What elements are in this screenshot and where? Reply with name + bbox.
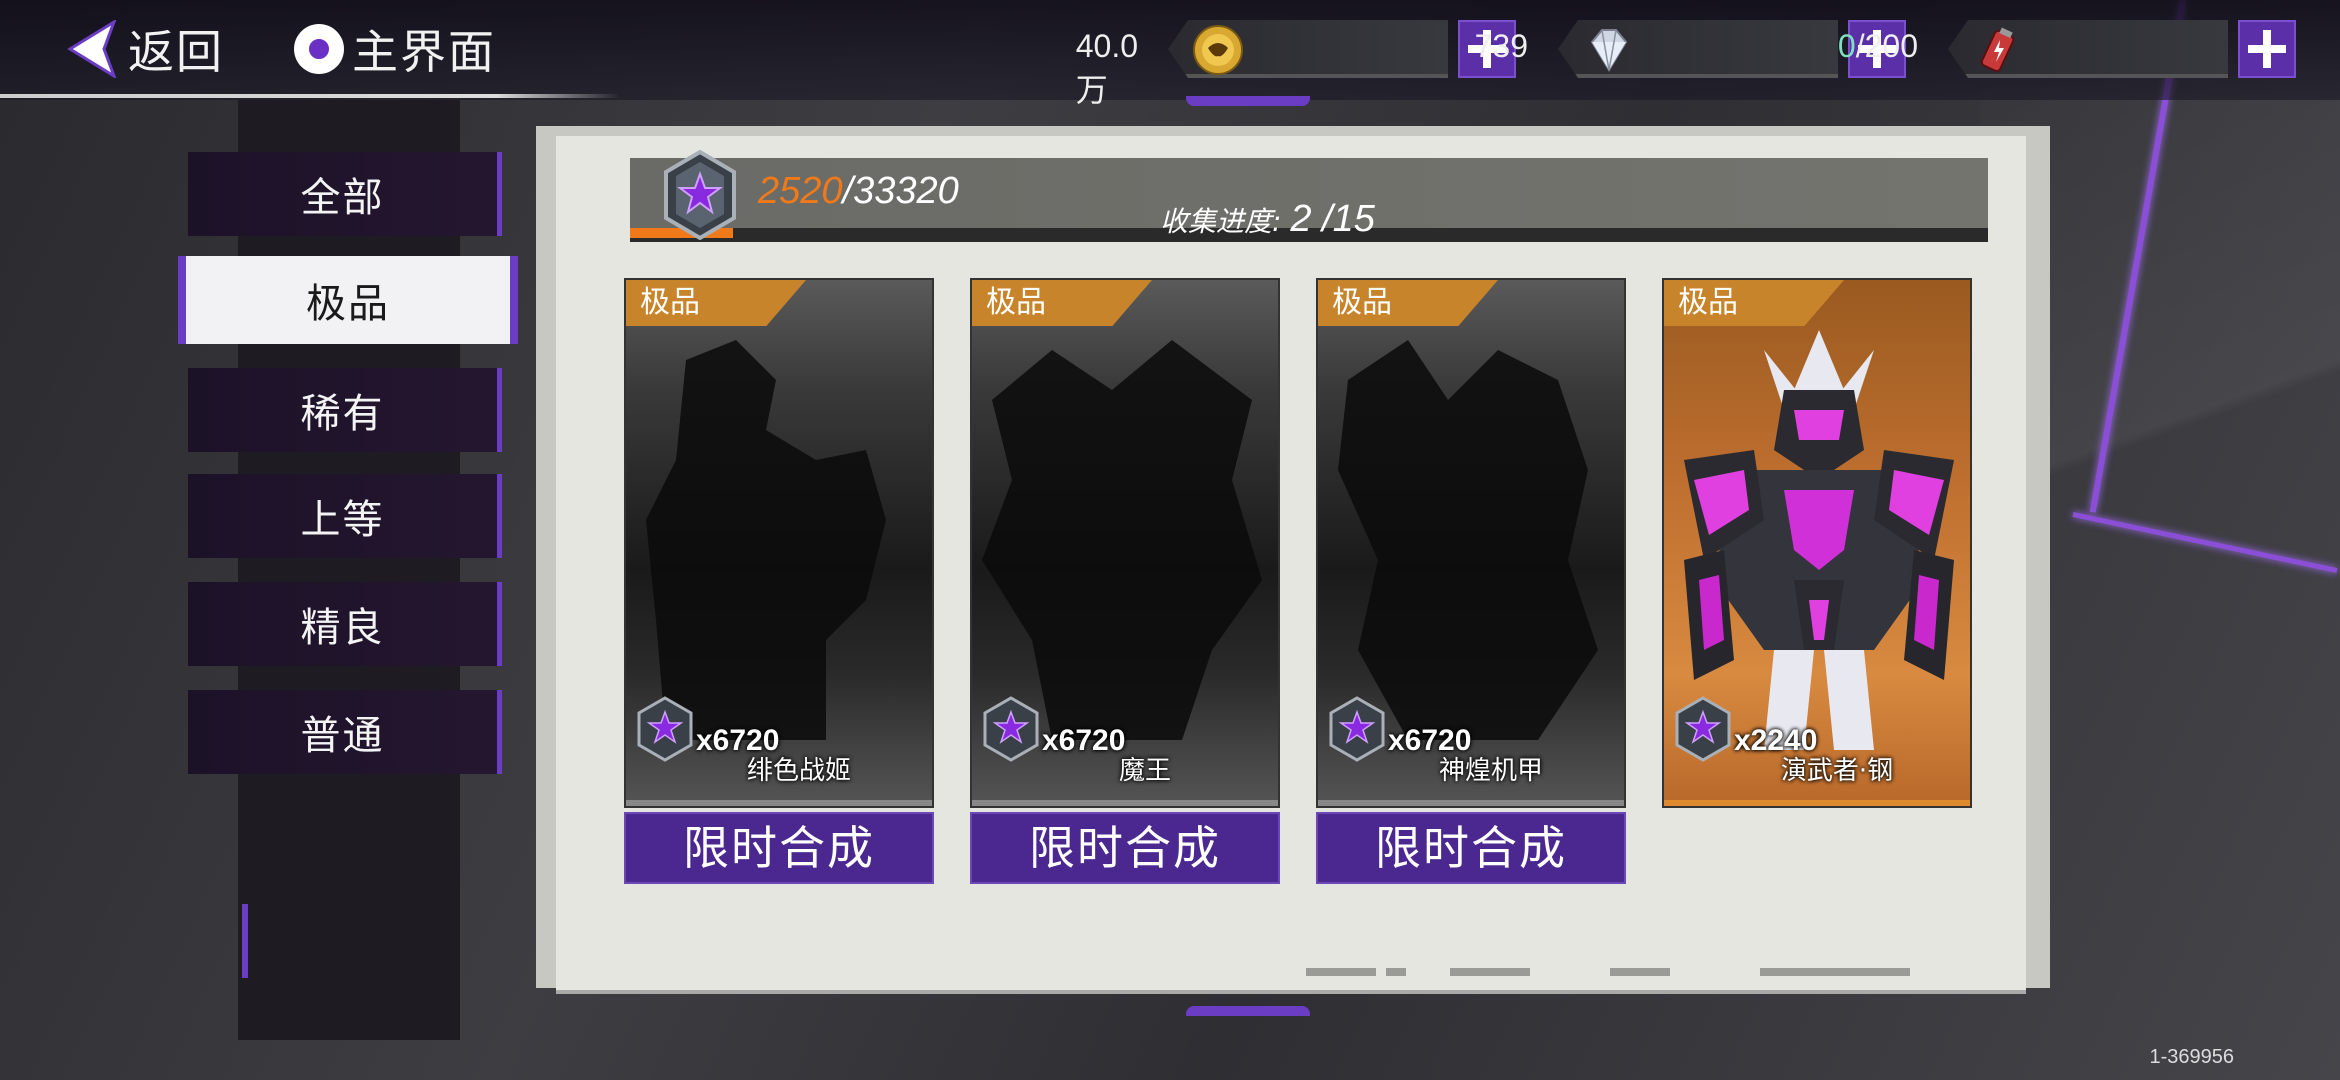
panel-connector-top — [1186, 96, 1310, 106]
tab-common[interactable]: 普通 — [188, 690, 502, 774]
home-label: 主界面 — [352, 25, 496, 79]
home-radio-icon — [294, 24, 344, 74]
gold-value: 40.0万 — [1075, 28, 1138, 108]
card-name: 魔王 — [1118, 756, 1171, 786]
tab-superior[interactable]: 上等 — [188, 474, 502, 558]
collection-score: 2520/33320 — [758, 170, 959, 212]
tab-fine[interactable]: 精良 — [188, 582, 502, 666]
limited-synth-button[interactable]: 限时合成 — [1316, 812, 1626, 884]
mech-warrior-art — [1684, 330, 1954, 750]
back-arrow-icon — [67, 20, 117, 78]
energy-canister-icon — [1980, 27, 2015, 73]
tab-rare[interactable]: 稀有 — [188, 368, 502, 452]
limited-synth-button[interactable]: 限时合成 — [624, 812, 934, 884]
tab-all[interactable]: 全部 — [188, 152, 502, 236]
decorative-line — [1386, 968, 1406, 976]
locked-silhouette-art — [982, 340, 1262, 740]
decorative-line — [1760, 968, 1910, 976]
diamond-icon — [1590, 29, 1628, 72]
card-name: 绯色战姬 — [746, 756, 851, 786]
card-bottom-bar — [972, 800, 1278, 806]
collection-progress-text: 收集进度: 2 /15 — [1160, 198, 1375, 240]
sidebar-scroll-indicator — [242, 904, 248, 978]
card-demon-king[interactable]: 极品 x6720 魔王 — [970, 278, 1280, 808]
limited-synth-button[interactable]: 限时合成 — [970, 812, 1280, 884]
card-divine-mech[interactable]: 极品 x6720 神煌机甲 — [1316, 278, 1626, 808]
back-label: 返回 — [128, 25, 224, 79]
card-crimson-valkyrie[interactable]: 极品 x6720 绯色战姬 — [624, 278, 934, 808]
tab-supreme[interactable]: 极品 — [178, 256, 518, 344]
home-button[interactable]: 主界面 — [294, 14, 496, 84]
energy-value: 0/200 — [1837, 28, 1918, 64]
diamond-value: 739 — [1474, 28, 1528, 64]
back-button[interactable]: 返回 — [66, 14, 224, 84]
card-name: 演武者·钢 — [1780, 756, 1894, 786]
decorative-line — [1450, 968, 1530, 976]
decorative-line — [1610, 968, 1670, 976]
sidebar-panel — [238, 100, 460, 1040]
decorative-line — [1306, 968, 1376, 976]
build-id: 1-369956 — [2149, 1046, 2234, 1068]
card-warrior-steel[interactable]: 极品 x2240 演武者·钢 — [1662, 278, 1972, 808]
locked-silhouette-art — [646, 340, 886, 740]
card-bottom-bar — [1664, 800, 1970, 806]
gold-coin-icon — [1193, 25, 1243, 75]
card-bottom-bar — [626, 800, 932, 806]
card-bottom-bar — [1318, 800, 1624, 806]
top-bar-underline — [0, 94, 620, 98]
card-name: 神煌机甲 — [1438, 756, 1543, 786]
star-emblem-icon — [664, 150, 736, 240]
locked-silhouette-art — [1338, 340, 1598, 740]
add-energy-button[interactable] — [2238, 20, 2296, 78]
panel-connector-bottom — [1186, 1006, 1310, 1016]
